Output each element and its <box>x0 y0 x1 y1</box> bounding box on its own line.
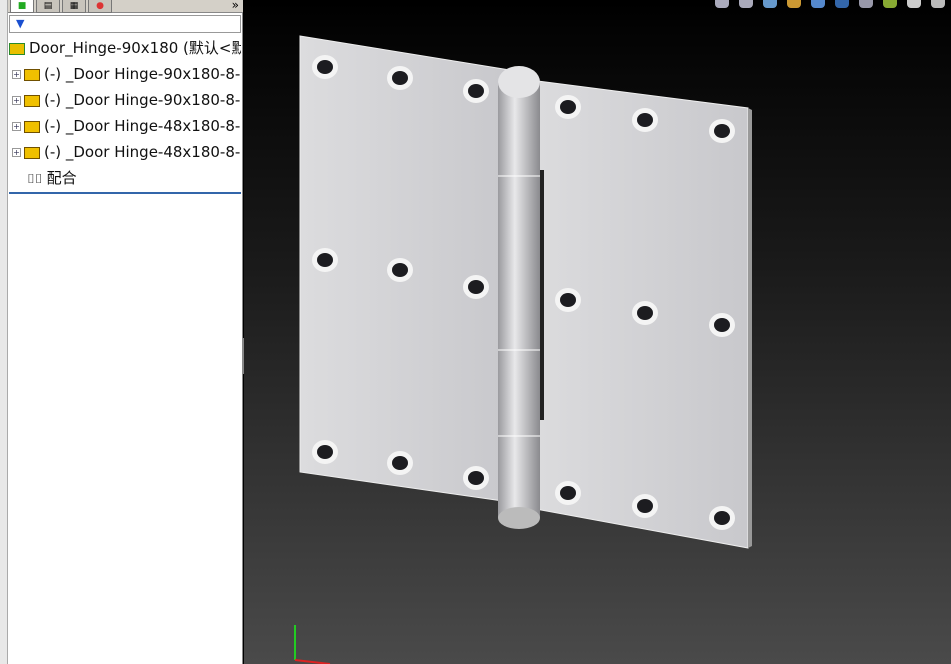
hole <box>392 263 408 277</box>
hole <box>317 445 333 459</box>
hole <box>560 486 576 500</box>
hole <box>317 60 333 74</box>
hole <box>560 100 576 114</box>
hole <box>392 71 408 85</box>
hole <box>637 499 653 513</box>
hole <box>637 306 653 320</box>
triad-icon <box>294 625 331 664</box>
hinge-pin <box>498 82 540 518</box>
hole <box>468 84 484 98</box>
hole <box>637 113 653 127</box>
hole <box>317 253 333 267</box>
hole <box>714 318 730 332</box>
hole <box>560 293 576 307</box>
hole <box>468 471 484 485</box>
hinge-model <box>294 35 752 664</box>
hole <box>714 124 730 138</box>
hole <box>468 280 484 294</box>
hole <box>392 456 408 470</box>
hole <box>714 511 730 525</box>
